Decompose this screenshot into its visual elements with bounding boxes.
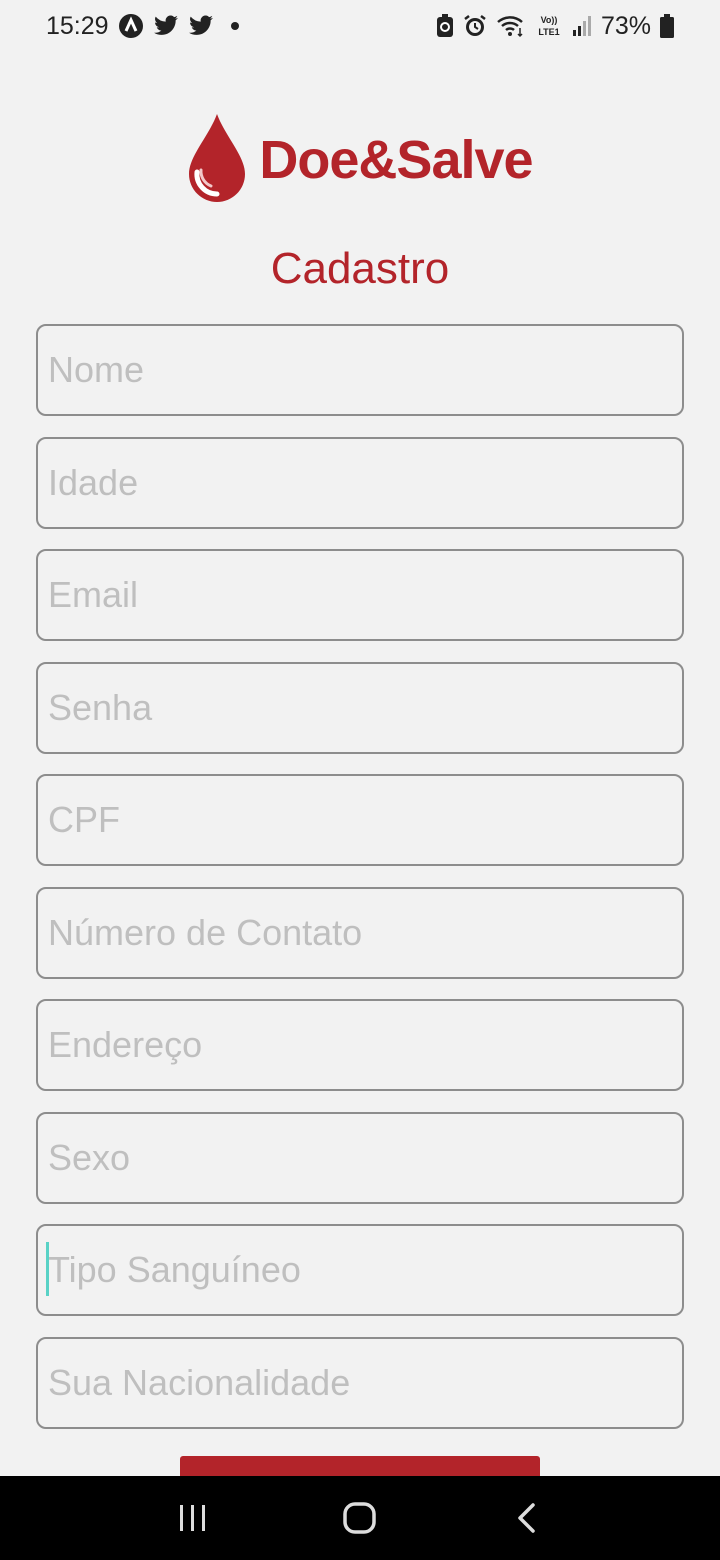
volte-lte-icon: Vo)) LTE1	[535, 13, 563, 39]
nacionalidade-field-container	[36, 1337, 684, 1429]
cpf-field-container	[36, 774, 684, 866]
status-bar: 15:29 Vo)) LTE1 73%	[0, 0, 720, 52]
tipo-sanguineo-field[interactable]	[38, 1226, 682, 1314]
status-right: Vo)) LTE1 73%	[436, 12, 674, 41]
battery-saver-icon	[436, 14, 454, 38]
idade-field[interactable]	[38, 439, 682, 527]
notification-dot-icon	[230, 22, 239, 30]
vpn-icon	[118, 13, 144, 39]
twitter-icon	[153, 15, 179, 37]
endereco-field[interactable]	[38, 1001, 682, 1089]
brand-header: Doe&Salve	[0, 112, 720, 208]
tipo-sanguineo-field-container	[36, 1224, 684, 1316]
alarm-icon	[463, 14, 487, 38]
sexo-field-container	[36, 1112, 684, 1204]
email-field[interactable]	[38, 551, 682, 639]
signal-icon	[572, 15, 592, 37]
twitter-icon	[188, 15, 214, 37]
battery-percent: 73%	[600, 11, 651, 40]
status-time: 15:29	[46, 11, 109, 40]
nacionalidade-field[interactable]	[38, 1339, 682, 1427]
wifi-icon	[496, 14, 526, 38]
endereco-field-container	[36, 999, 684, 1091]
brand-name: Doe&Salve	[259, 130, 533, 190]
back-icon[interactable]	[487, 1488, 567, 1548]
recent-apps-icon[interactable]	[153, 1488, 233, 1548]
battery-icon	[660, 14, 674, 38]
text-cursor	[46, 1242, 49, 1296]
nome-field[interactable]	[38, 326, 682, 414]
idade-field-container	[36, 437, 684, 529]
status-left: 15:29	[46, 12, 239, 41]
contato-field-container	[36, 887, 684, 979]
contato-field[interactable]	[38, 889, 682, 977]
blood-drop-icon	[187, 112, 247, 209]
svg-text:Vo)): Vo))	[541, 15, 558, 25]
svg-text:LTE1: LTE1	[538, 27, 559, 37]
senha-field-container	[36, 662, 684, 754]
navigation-bar	[0, 1476, 720, 1560]
senha-field[interactable]	[38, 664, 682, 752]
sexo-field[interactable]	[38, 1114, 682, 1202]
home-icon[interactable]	[320, 1488, 400, 1548]
cpf-field[interactable]	[38, 776, 682, 864]
email-field-container	[36, 549, 684, 641]
nome-field-container	[36, 324, 684, 416]
page-title: Cadastro	[270, 244, 450, 293]
